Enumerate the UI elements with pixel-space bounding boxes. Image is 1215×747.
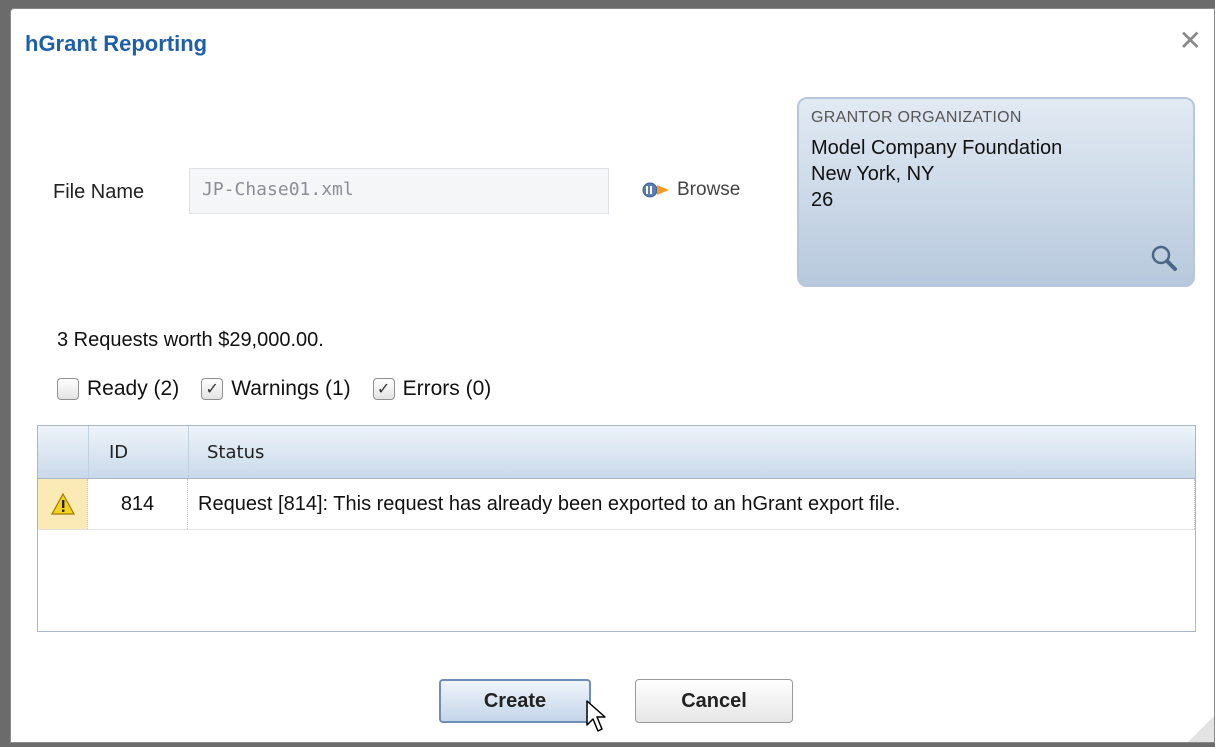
request-summary: 3 Requests worth $29,000.00. — [57, 329, 324, 351]
status-filters: Ready (2) ✓ Warnings (1) ✓ Errors (0) — [57, 377, 491, 401]
errors-checkbox[interactable]: ✓ — [372, 378, 395, 400]
column-header-id[interactable]: ID — [89, 426, 189, 478]
file-name-input[interactable]: JP-Chase01.xml — [189, 168, 609, 214]
filter-ready-label: Ready (2) — [87, 377, 180, 400]
dialog-title: hGrant Reporting — [25, 31, 208, 56]
create-button[interactable]: Create — [439, 679, 591, 723]
filter-ready[interactable]: Ready (2) — [57, 377, 179, 401]
grid-header: ID Status — [38, 426, 1195, 479]
browse-arrow-icon — [641, 179, 671, 201]
row-id: 814 — [88, 479, 188, 529]
cancel-button[interactable]: Cancel — [635, 679, 793, 723]
browse-button[interactable]: Browse — [641, 179, 740, 201]
grantor-organization-panel: GRANTOR ORGANIZATION Model Company Found… — [797, 97, 1195, 287]
requests-grid: ID Status 814 Request [814]: This reques… — [37, 425, 1196, 632]
browse-label: Browse — [677, 179, 741, 200]
filter-errors-label: Errors (0) — [402, 377, 492, 400]
filter-warnings[interactable]: ✓ Warnings (1) — [201, 377, 351, 401]
filter-errors[interactable]: ✓ Errors (0) — [372, 377, 492, 401]
grantor-location: New York, NY — [811, 163, 935, 185]
hgrant-reporting-dialog: hGrant Reporting ✕ File Name JP-Chase01.… — [10, 8, 1215, 743]
filter-warnings-label: Warnings (1) — [231, 377, 351, 400]
resize-grip-icon[interactable] — [1186, 714, 1214, 742]
column-header-status[interactable]: Status — [189, 426, 1195, 478]
close-icon[interactable]: ✕ — [1179, 27, 1202, 55]
grantor-id: 26 — [811, 189, 834, 211]
column-header-icon[interactable] — [38, 426, 89, 478]
ready-checkbox[interactable] — [57, 378, 79, 400]
grantor-heading: GRANTOR ORGANIZATION — [811, 109, 1022, 126]
grantor-name: Model Company Foundation — [811, 137, 1063, 159]
warnings-checkbox[interactable]: ✓ — [201, 378, 224, 400]
row-status: Request [814]: This request has already … — [188, 479, 1195, 529]
warning-icon — [38, 479, 88, 529]
mouse-cursor-icon — [585, 699, 611, 740]
table-row[interactable]: 814 Request [814]: This request has alre… — [38, 479, 1195, 530]
magnifier-icon[interactable] — [1149, 243, 1179, 273]
file-name-label: File Name — [53, 181, 145, 203]
